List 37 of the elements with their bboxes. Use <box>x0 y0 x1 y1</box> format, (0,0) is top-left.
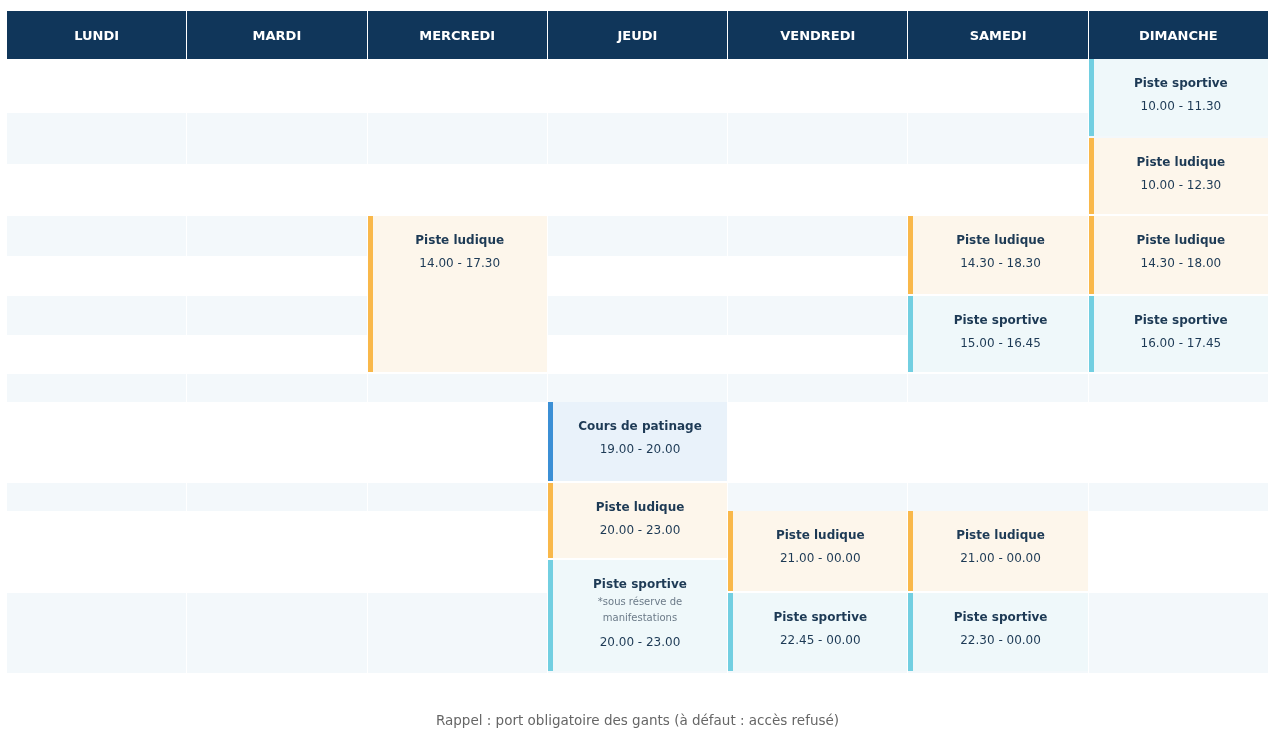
event-title: Piste ludique <box>1136 155 1226 169</box>
event-title: Piste sportive <box>1133 313 1228 327</box>
day-header: LUNDI <box>7 11 187 59</box>
event-title: Piste ludique <box>595 500 685 514</box>
footnote: Rappel : port obligatoire des gants (à défaut : accès refusé) <box>435 712 840 728</box>
event-title: Piste ludique <box>415 233 505 247</box>
event-title: Piste ludique <box>775 528 865 542</box>
event-title: Piste sportive <box>1133 76 1228 90</box>
day-header: VENDREDI <box>728 11 908 59</box>
day-header: MERCREDI <box>367 11 547 59</box>
day-header: MARDI <box>187 11 367 59</box>
event-time: 14.30 - 18.00 <box>1140 256 1222 270</box>
event-title: Piste ludique <box>956 528 1045 542</box>
day-header: DIMANCHE <box>1088 11 1268 59</box>
day-header: SAMEDI <box>908 11 1088 59</box>
event-time: 16.00 - 17.45 <box>1140 336 1222 350</box>
event-time: 20.00 - 23.00 <box>599 523 681 537</box>
event-time: 22.45 - 00.00 <box>779 633 861 647</box>
event-note: *sous réserve de manifestations <box>596 595 684 625</box>
event-time: 14.00 - 17.30 <box>419 256 501 270</box>
event-time: 14.30 - 18.30 <box>960 256 1041 270</box>
event-title: Piste sportive <box>953 313 1048 327</box>
event-time: 15.00 - 16.45 <box>960 336 1041 350</box>
event-time: 10.00 - 11.30 <box>1140 99 1222 113</box>
event-time: 10.00 - 12.30 <box>1140 178 1222 192</box>
event-title: Piste sportive <box>953 610 1048 624</box>
event-time: 22.30 - 00.00 <box>960 633 1041 647</box>
event-time: 19.00 - 20.00 <box>599 442 681 456</box>
event-time: 20.00 - 23.00 <box>599 635 681 649</box>
event-time: 21.00 - 00.00 <box>779 551 861 565</box>
event-title: Cours de patinage <box>578 419 702 433</box>
event-title: Piste ludique <box>1136 233 1226 247</box>
event-title: Piste ludique <box>956 233 1045 247</box>
event-title: Piste sportive <box>773 610 868 624</box>
day-header: JEUDI <box>547 11 728 59</box>
event-time: 21.00 - 00.00 <box>960 551 1041 565</box>
event-title: Piste sportive <box>593 577 687 591</box>
